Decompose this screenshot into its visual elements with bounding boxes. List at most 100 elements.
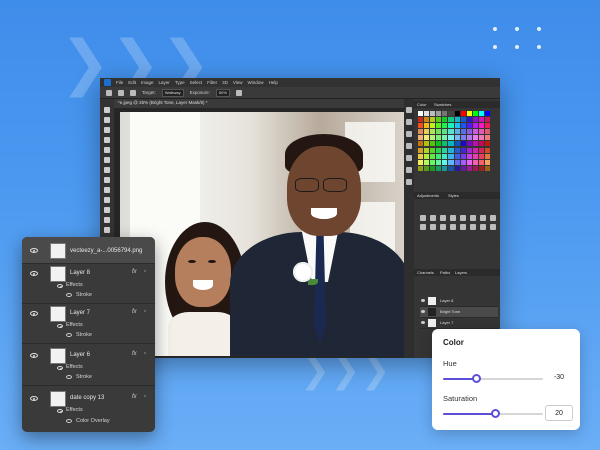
fx-badge[interactable]: fx — [132, 269, 137, 275]
saturation-slider-handle[interactable] — [490, 409, 500, 418]
chevron-up-icon[interactable]: ⌃ — [143, 352, 147, 358]
color-swatch[interactable] — [472, 159, 478, 165]
color-swatch[interactable] — [448, 153, 454, 159]
visibility-eye-icon[interactable] — [421, 321, 425, 324]
color-swatch[interactable] — [460, 147, 466, 153]
color-swatch[interactable] — [436, 165, 442, 171]
character-icon[interactable] — [406, 143, 412, 149]
color-swatch[interactable] — [430, 135, 436, 141]
visibility-eye-icon[interactable] — [66, 419, 72, 423]
color-swatch[interactable] — [478, 159, 484, 165]
color-swatch[interactable] — [418, 153, 424, 159]
adjustment-icon[interactable] — [450, 224, 456, 230]
chevron-up-icon[interactable]: ⌃ — [143, 395, 147, 401]
home-icon[interactable] — [106, 89, 112, 96]
stamp-tool-icon[interactable] — [104, 197, 110, 203]
color-swatch[interactable] — [448, 111, 454, 116]
tab-layers[interactable]: Layers — [455, 270, 467, 275]
saturation-slider[interactable] — [443, 409, 543, 418]
menu-edit[interactable]: Edit — [128, 80, 136, 85]
layer-row[interactable]: Layer 7 fx ⌃ Effects Stroke — [22, 303, 155, 344]
menu-select[interactable]: Select — [190, 80, 203, 85]
visibility-eye-icon[interactable] — [66, 375, 72, 379]
color-swatch[interactable] — [424, 117, 430, 123]
color-swatch[interactable] — [466, 129, 472, 135]
eraser-tool-icon[interactable] — [104, 217, 110, 223]
color-swatch[interactable] — [430, 117, 436, 123]
color-swatch[interactable] — [448, 141, 454, 147]
color-swatch[interactable] — [478, 165, 484, 171]
hue-value[interactable]: -30 — [545, 370, 573, 386]
color-swatch[interactable] — [466, 147, 472, 153]
glyphs-icon[interactable] — [406, 179, 412, 185]
color-swatch[interactable] — [472, 147, 478, 153]
color-swatch[interactable] — [430, 141, 436, 147]
menu-filter[interactable]: Filter — [207, 80, 217, 85]
color-swatch[interactable] — [454, 159, 460, 165]
visibility-eye-icon[interactable] — [66, 333, 72, 337]
color-swatch[interactable] — [448, 135, 454, 141]
color-swatch[interactable] — [418, 159, 424, 165]
adjustment-icon[interactable] — [430, 224, 436, 230]
color-swatch[interactable] — [442, 117, 448, 123]
color-swatch[interactable] — [466, 135, 472, 141]
color-swatch[interactable] — [418, 117, 424, 123]
color-swatch[interactable] — [436, 147, 442, 153]
color-swatch[interactable] — [484, 165, 490, 171]
adjustment-icon[interactable] — [460, 224, 466, 230]
color-swatch[interactable] — [436, 159, 442, 165]
color-swatch[interactable] — [448, 147, 454, 153]
adjustment-icon[interactable] — [490, 215, 496, 221]
hue-slider-handle[interactable] — [471, 374, 481, 383]
menu-file[interactable]: File — [116, 80, 123, 85]
color-swatch[interactable] — [472, 129, 478, 135]
color-swatch[interactable] — [460, 135, 466, 141]
color-swatch[interactable] — [424, 153, 430, 159]
color-swatch[interactable] — [466, 141, 472, 147]
color-swatch[interactable] — [484, 129, 490, 135]
color-swatch[interactable] — [460, 117, 466, 123]
visibility-eye-icon[interactable] — [66, 293, 72, 297]
color-swatch[interactable] — [424, 129, 430, 135]
color-swatch[interactable] — [442, 147, 448, 153]
color-swatch[interactable] — [418, 147, 424, 153]
brushes-icon[interactable] — [406, 131, 412, 137]
layer-row-top[interactable]: vecteezy_a-...0056794.png — [22, 237, 155, 264]
color-swatch[interactable] — [472, 135, 478, 141]
color-swatch[interactable] — [466, 117, 472, 123]
menu-type[interactable]: Type — [175, 80, 185, 85]
target-select[interactable]: Walkway — [161, 88, 184, 97]
fx-badge[interactable]: fx — [132, 309, 137, 315]
color-swatch[interactable] — [436, 111, 442, 116]
color-swatch[interactable] — [460, 123, 466, 129]
adjustment-icon[interactable] — [480, 224, 486, 230]
color-swatch[interactable] — [472, 117, 478, 123]
adjustment-icon[interactable] — [490, 224, 496, 230]
color-swatch[interactable] — [484, 123, 490, 129]
color-swatch[interactable] — [454, 141, 460, 147]
history-icon[interactable] — [406, 107, 412, 113]
properties-icon[interactable] — [406, 119, 412, 125]
color-swatch[interactable] — [460, 153, 466, 159]
tab-adjustments[interactable]: Adjustments — [417, 193, 439, 198]
color-swatch[interactable] — [448, 165, 454, 171]
history-brush-icon[interactable] — [104, 207, 110, 213]
tab-styles[interactable]: Styles — [448, 193, 459, 198]
marquee-tool-icon[interactable] — [104, 117, 110, 123]
chevron-up-icon[interactable]: ⌃ — [143, 270, 147, 276]
visibility-eye-icon[interactable] — [30, 311, 38, 316]
tab-color[interactable]: Color — [417, 102, 427, 107]
layer-row[interactable]: Layer 6 fx ⌃ Effects Stroke — [22, 343, 155, 386]
adjustment-icon[interactable] — [440, 224, 446, 230]
paragraph-icon[interactable] — [406, 155, 412, 161]
color-swatch[interactable] — [430, 165, 436, 171]
color-swatch[interactable] — [424, 159, 430, 165]
color-swatch[interactable] — [466, 159, 472, 165]
color-swatch[interactable] — [484, 117, 490, 123]
color-swatch[interactable] — [430, 153, 436, 159]
color-swatch[interactable] — [418, 165, 424, 171]
visibility-eye-icon[interactable] — [30, 248, 38, 253]
layer-row[interactable]: date copy 13 fx ⌃ Effects Color Overlay — [22, 385, 155, 432]
visibility-eye-icon[interactable] — [57, 284, 63, 288]
color-swatch[interactable] — [448, 117, 454, 123]
